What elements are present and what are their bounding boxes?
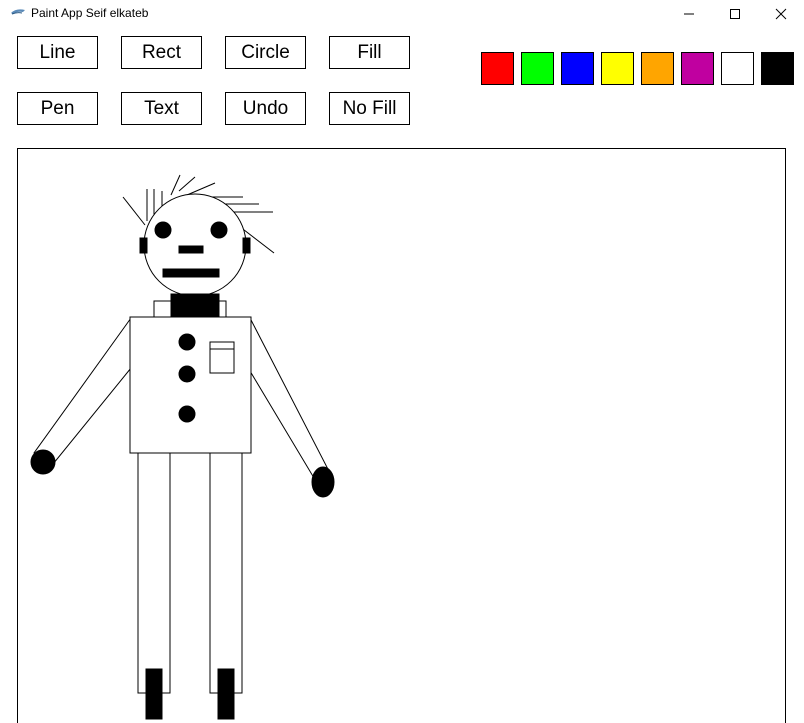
pocket — [209, 341, 235, 374]
line-tool-button[interactable]: Line — [17, 36, 98, 69]
color-swatch-red[interactable] — [481, 52, 514, 85]
legs — [137, 452, 243, 720]
button-bottom — [178, 405, 196, 423]
right-hand — [311, 466, 335, 498]
close-icon — [775, 8, 787, 20]
color-swatch-green[interactable] — [521, 52, 554, 85]
left-ear — [139, 237, 148, 254]
app-icon — [11, 9, 25, 15]
left-eye — [154, 221, 172, 239]
canvas-drawing — [30, 174, 335, 720]
no-fill-button[interactable]: No Fill — [329, 92, 410, 125]
collar — [153, 293, 227, 319]
pen-tool-button[interactable]: Pen — [17, 92, 98, 125]
close-button[interactable] — [758, 0, 804, 28]
left-hand — [30, 449, 56, 475]
circle-tool-button[interactable]: Circle — [225, 36, 306, 69]
undo-button[interactable]: Undo — [225, 92, 306, 125]
color-swatch-black[interactable] — [761, 52, 794, 85]
mouth — [162, 268, 220, 278]
text-tool-button[interactable]: Text — [121, 92, 202, 125]
head — [139, 193, 251, 297]
rect-tool-button[interactable]: Rect — [121, 36, 202, 69]
torso — [129, 316, 252, 454]
maximize-icon — [730, 9, 740, 19]
right-shoe — [217, 668, 235, 720]
right-ear — [242, 237, 251, 254]
minimize-button[interactable] — [666, 0, 712, 28]
drawing-canvas[interactable] — [17, 148, 786, 723]
color-swatch-white[interactable] — [721, 52, 754, 85]
minimize-icon — [684, 13, 694, 15]
button-top — [178, 333, 196, 351]
nose — [178, 245, 204, 254]
title-bar: Paint App Seif elkateb — [0, 0, 804, 28]
left-shoe — [145, 668, 163, 720]
color-swatch-magenta[interactable] — [681, 52, 714, 85]
window-title: Paint App Seif elkateb — [31, 6, 149, 20]
color-swatch-blue[interactable] — [561, 52, 594, 85]
color-swatch-yellow[interactable] — [601, 52, 634, 85]
fill-button[interactable]: Fill — [329, 36, 410, 69]
color-swatch-orange[interactable] — [641, 52, 674, 85]
button-middle — [178, 365, 196, 383]
right-eye — [210, 221, 228, 239]
maximize-button[interactable] — [712, 0, 758, 28]
